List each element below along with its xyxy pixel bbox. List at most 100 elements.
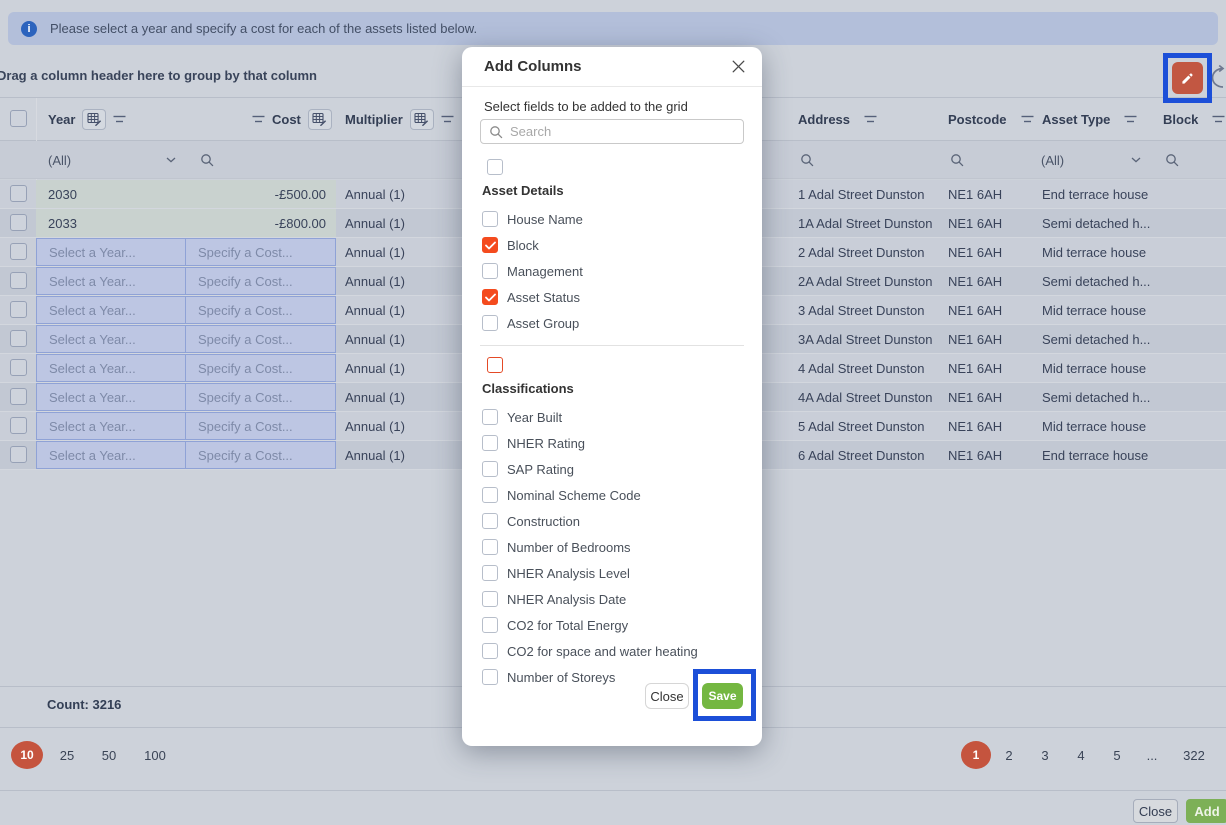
close-button[interactable]: Close (1133, 799, 1178, 823)
column-header-postcode[interactable]: Postcode (948, 98, 1034, 140)
column-header-asset-type[interactable]: Asset Type (1042, 98, 1137, 140)
year-cell-editor[interactable]: Select a Year... (36, 412, 186, 440)
cost-cell-editor[interactable]: Specify a Cost... (185, 296, 336, 324)
address-search-icon[interactable] (800, 153, 814, 167)
page-size-50[interactable]: 50 (95, 741, 123, 769)
cost-search-icon[interactable] (200, 153, 214, 167)
column-option[interactable]: Asset Group (480, 310, 744, 336)
column-option[interactable]: House Name (480, 206, 744, 232)
option-checkbox[interactable] (482, 539, 498, 555)
column-header-block[interactable]: Block (1163, 98, 1225, 140)
column-option[interactable]: Number of Bedrooms (480, 534, 744, 560)
row-checkbox[interactable] (10, 214, 27, 231)
block-search-icon[interactable] (1165, 153, 1179, 167)
option-checkbox[interactable] (482, 237, 498, 253)
asset-type-filter-select[interactable]: (All) (1041, 151, 1141, 169)
column-header-multiplier[interactable]: Multiplier (345, 98, 454, 140)
filter-icon[interactable] (1212, 115, 1225, 124)
year-cost-cell[interactable]: 2033-£800.00 (36, 209, 336, 237)
year-cell-editor[interactable]: Select a Year... (36, 267, 186, 295)
page-1[interactable]: 1 (961, 741, 991, 769)
select-all-checkbox[interactable] (10, 110, 27, 127)
column-option[interactable]: NHER Rating (480, 430, 744, 456)
year-cell-editor[interactable]: Select a Year... (36, 238, 186, 266)
option-checkbox[interactable] (482, 487, 498, 503)
page-size-100[interactable]: 100 (138, 741, 172, 769)
group-checkbox[interactable] (487, 357, 503, 373)
page-4[interactable]: 4 (1067, 741, 1095, 769)
option-checkbox[interactable] (482, 409, 498, 425)
filter-icon[interactable] (1124, 115, 1137, 124)
option-checkbox[interactable] (482, 643, 498, 659)
filter-icon[interactable] (113, 115, 126, 124)
year-cell-editor[interactable]: Select a Year... (36, 296, 186, 324)
option-checkbox[interactable] (482, 315, 498, 331)
column-option[interactable]: SAP Rating (480, 456, 744, 482)
group-checkbox[interactable] (487, 159, 503, 175)
search-input[interactable]: Search (480, 119, 744, 144)
column-option[interactable]: Nominal Scheme Code (480, 482, 744, 508)
option-checkbox[interactable] (482, 565, 498, 581)
filter-icon[interactable] (864, 115, 877, 124)
option-checkbox[interactable] (482, 669, 498, 685)
page-2[interactable]: 2 (995, 741, 1023, 769)
column-option[interactable]: CO2 for space and water heating (480, 638, 744, 664)
column-option[interactable]: Block (480, 232, 744, 258)
row-checkbox[interactable] (10, 417, 27, 434)
batch-edit-column-icon[interactable] (308, 109, 332, 130)
cost-cell-editor[interactable]: Specify a Cost... (185, 238, 336, 266)
page-size-10[interactable]: 10 (11, 741, 43, 769)
row-checkbox[interactable] (10, 272, 27, 289)
column-option[interactable]: Asset Status (480, 284, 744, 310)
page-3[interactable]: 3 (1031, 741, 1059, 769)
option-checkbox[interactable] (482, 617, 498, 633)
column-header-year[interactable]: Year (48, 98, 126, 140)
cost-cell-editor[interactable]: Specify a Cost... (185, 441, 336, 469)
row-checkbox[interactable] (10, 243, 27, 260)
column-option[interactable]: NHER Analysis Level (480, 560, 744, 586)
column-option[interactable]: Year Built (480, 404, 744, 430)
filter-icon[interactable] (1021, 115, 1034, 124)
close-icon[interactable] (731, 59, 746, 74)
postcode-search-icon[interactable] (950, 153, 964, 167)
option-checkbox[interactable] (482, 435, 498, 451)
row-checkbox[interactable] (10, 301, 27, 318)
filter-icon[interactable] (441, 115, 454, 124)
option-checkbox[interactable] (482, 513, 498, 529)
row-checkbox[interactable] (10, 388, 27, 405)
cost-cell-editor[interactable]: Specify a Cost... (185, 383, 336, 411)
year-cell-editor[interactable]: Select a Year... (36, 354, 186, 382)
cost-cell-editor[interactable]: Specify a Cost... (185, 267, 336, 295)
row-checkbox[interactable] (10, 359, 27, 376)
page-322[interactable]: 322 (1176, 741, 1212, 769)
row-checkbox[interactable] (10, 446, 27, 463)
year-filter-select[interactable]: (All) (48, 151, 176, 169)
cost-cell-editor[interactable]: Specify a Cost... (185, 412, 336, 440)
column-header-address[interactable]: Address (798, 98, 877, 140)
cost-cell-editor[interactable]: Specify a Cost... (185, 325, 336, 353)
add-button[interactable]: Add (1186, 799, 1226, 823)
option-checkbox[interactable] (482, 263, 498, 279)
option-checkbox[interactable] (482, 461, 498, 477)
row-checkbox[interactable] (10, 330, 27, 347)
page-5[interactable]: 5 (1103, 741, 1131, 769)
option-checkbox[interactable] (482, 211, 498, 227)
batch-edit-column-icon[interactable] (82, 109, 106, 130)
option-checkbox[interactable] (482, 289, 498, 305)
column-option[interactable]: CO2 for Total Energy (480, 612, 744, 638)
year-cell-editor[interactable]: Select a Year... (36, 383, 186, 411)
filter-icon[interactable] (252, 115, 265, 124)
column-header-cost[interactable]: Cost (252, 98, 332, 140)
option-checkbox[interactable] (482, 591, 498, 607)
column-option[interactable]: NHER Analysis Date (480, 586, 744, 612)
column-option[interactable]: Construction (480, 508, 744, 534)
row-checkbox[interactable] (10, 185, 27, 202)
cost-cell-editor[interactable]: Specify a Cost... (185, 354, 336, 382)
column-option[interactable]: Management (480, 258, 744, 284)
year-cell-editor[interactable]: Select a Year... (36, 441, 186, 469)
page-size-25[interactable]: 25 (53, 741, 81, 769)
year-cost-cell[interactable]: 2030-£500.00 (36, 180, 336, 208)
batch-edit-column-icon[interactable] (410, 109, 434, 130)
dialog-close-button[interactable]: Close (645, 683, 689, 709)
year-cell-editor[interactable]: Select a Year... (36, 325, 186, 353)
